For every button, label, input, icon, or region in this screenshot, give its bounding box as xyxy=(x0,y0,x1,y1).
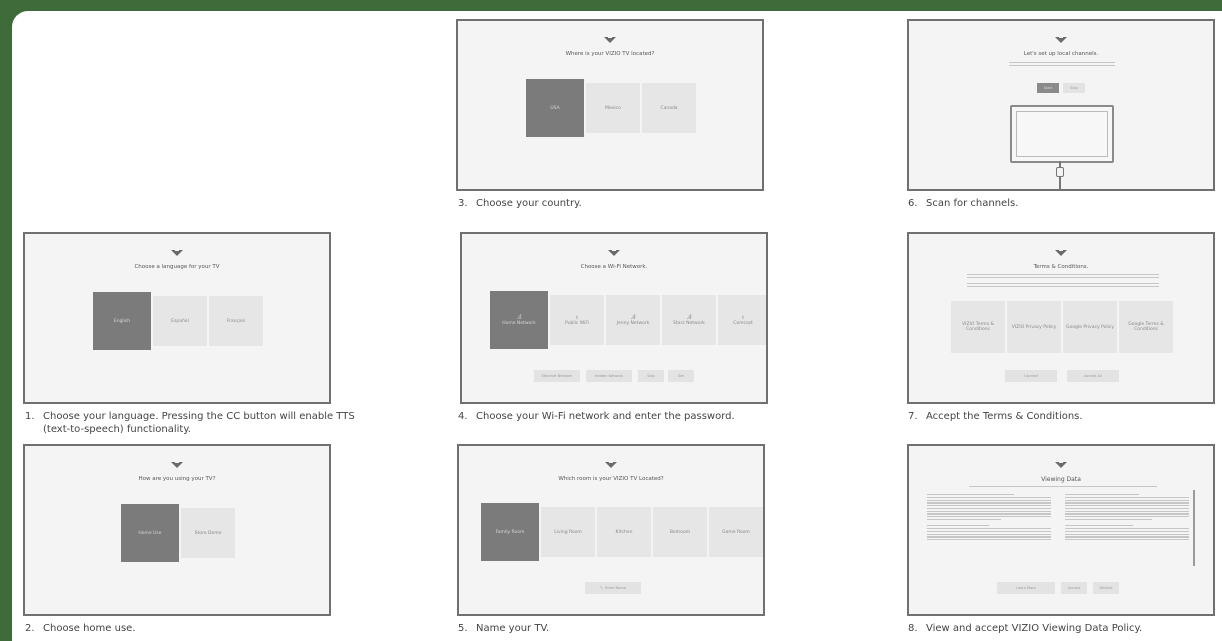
step2-caption: 2. Choose home use. xyxy=(25,623,136,634)
enter-name-button[interactable]: ✎ Enter Name xyxy=(585,582,641,594)
wifi-signal-icon: ı xyxy=(576,314,578,321)
step7-title: Terms & Conditions. xyxy=(1033,264,1089,270)
vizio-logo-icon xyxy=(171,461,183,468)
step3-caption: 3. Choose your country. xyxy=(458,198,582,209)
vizio-logo-icon xyxy=(1055,249,1067,256)
i-accept-button[interactable]: I Accept xyxy=(1005,370,1057,382)
step1-caption: 1. Choose your language. Pressing the CC … xyxy=(25,411,355,435)
terms-option-google-terms[interactable]: Google Terms & Conditions xyxy=(1119,301,1173,353)
step6-description-lines xyxy=(1009,62,1115,68)
vizio-logo-icon xyxy=(1055,461,1067,468)
wifi-signal-icon: ı xyxy=(742,314,744,321)
wifi-signal-icon: .ıl xyxy=(686,314,692,321)
antenna-plug-icon xyxy=(1056,167,1064,177)
terms-option-vizio-privacy[interactable]: VIZIO Privacy Policy xyxy=(1007,301,1061,353)
room-option-family-room[interactable]: Family Room xyxy=(481,503,539,561)
wifi-network-option[interactable]: .ıl Home Network xyxy=(490,291,548,349)
step6-title: Let's set up local channels. xyxy=(1023,51,1099,57)
home-use-option[interactable]: Home Use xyxy=(121,504,179,562)
step5-caption: 5. Name your TV. xyxy=(458,623,550,634)
skip-button[interactable]: Skip xyxy=(638,370,664,382)
step7-screen: Terms & Conditions. VIZIO Terms & Condit… xyxy=(907,232,1215,404)
step2-title: How are you using your TV? xyxy=(138,476,216,482)
step8-policy-text-right xyxy=(1065,494,1189,542)
room-option-kitchen[interactable]: Kitchen xyxy=(597,507,651,557)
step4-screen: Choose a Wi-Fi Network. .ıl Home Network… xyxy=(460,232,768,404)
ethernet-network-button[interactable]: Ethernet Network xyxy=(534,370,580,382)
tv-illustration xyxy=(1010,105,1114,163)
room-option-living-room[interactable]: Living Room xyxy=(541,507,595,557)
set-button[interactable]: Set xyxy=(668,370,694,382)
wifi-network-option[interactable]: ı Public WiFi xyxy=(550,295,604,345)
step1-screen: Choose a language for your TV English Es… xyxy=(23,232,331,404)
vizio-logo-icon xyxy=(605,461,617,468)
wifi-network-option[interactable]: .ıl Starz Network xyxy=(662,295,716,345)
step3-title: Where is your VIZIO TV located? xyxy=(565,51,655,57)
language-option-english[interactable]: English xyxy=(93,292,151,350)
decline-button[interactable]: Decline xyxy=(1093,582,1119,594)
step8-policy-text-left xyxy=(927,494,1051,542)
scan-skip-button[interactable]: Skip xyxy=(1063,83,1085,93)
step7-description-lines xyxy=(967,274,1159,289)
hidden-network-button[interactable]: Hidden Network xyxy=(586,370,632,382)
step7-caption: 7. Accept the Terms & Conditions. xyxy=(908,411,1083,422)
country-option-canada[interactable]: Canada xyxy=(642,83,696,133)
step8-screen: Viewing Data Learn More Accept Decline xyxy=(907,444,1215,616)
room-option-game-room[interactable]: Game Room xyxy=(709,507,763,557)
step4-caption: 4. Choose your Wi-Fi network and enter th… xyxy=(458,411,735,422)
wifi-network-option[interactable]: ı Comcast xyxy=(718,295,766,345)
room-option-bedroom[interactable]: Bedroom xyxy=(653,507,707,557)
accept-all-button[interactable]: Accept All xyxy=(1067,370,1119,382)
step5-screen: Which room is your VIZIO TV Located? Fam… xyxy=(457,444,765,616)
vizio-logo-icon xyxy=(608,249,620,256)
step6-caption: 6. Scan for channels. xyxy=(908,198,1019,209)
terms-option-google-privacy[interactable]: Google Privacy Policy xyxy=(1063,301,1117,353)
step8-intro-lines xyxy=(969,486,1157,489)
terms-option-vizio-terms[interactable]: VIZIO Terms & Conditions xyxy=(951,301,1005,353)
store-demo-option[interactable]: Store Demo xyxy=(181,508,235,558)
step2-screen: How are you using your TV? Home Use Stor… xyxy=(23,444,331,616)
country-option-usa[interactable]: USA xyxy=(526,79,584,137)
policy-scrollbar[interactable] xyxy=(1193,490,1195,566)
step1-title: Choose a language for your TV xyxy=(134,264,220,270)
step5-title: Which room is your VIZIO TV Located? xyxy=(558,476,664,482)
learn-more-button[interactable]: Learn More xyxy=(997,582,1055,594)
step3-screen: Where is your VIZIO TV located? USA Mexi… xyxy=(456,19,764,191)
language-option-espanol[interactable]: Español xyxy=(153,296,207,346)
vizio-logo-icon xyxy=(604,36,616,43)
scan-start-button[interactable]: Start xyxy=(1037,83,1059,93)
country-option-mexico[interactable]: Mexico xyxy=(586,83,640,133)
vizio-logo-icon xyxy=(1055,36,1067,43)
accept-button[interactable]: Accept xyxy=(1061,582,1087,594)
wifi-network-option[interactable]: .ıl Jenny Network xyxy=(606,295,660,345)
pencil-icon: ✎ xyxy=(600,586,604,590)
step8-caption: 8. View and accept VIZIO Viewing Data Pol… xyxy=(908,623,1143,634)
step4-title: Choose a Wi-Fi Network. xyxy=(580,264,648,270)
vizio-logo-icon xyxy=(171,249,183,256)
step6-screen: Let's set up local channels. Start Skip xyxy=(907,19,1215,191)
language-option-francais[interactable]: Français xyxy=(209,296,263,346)
step8-title: Viewing Data xyxy=(1041,476,1081,483)
wifi-signal-icon: .ıl xyxy=(630,314,636,321)
wifi-signal-icon: .ıl xyxy=(516,314,522,321)
